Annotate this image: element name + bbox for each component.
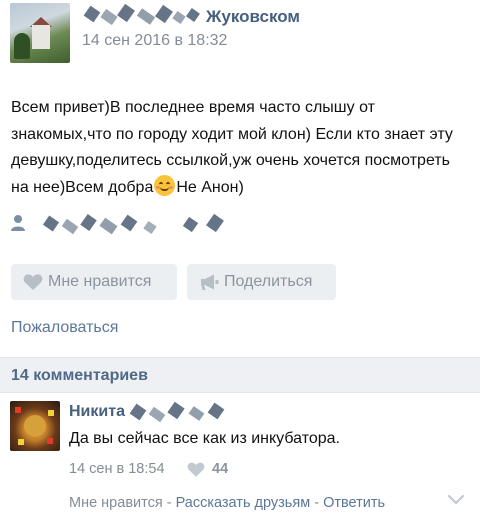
report-link[interactable]: Пожаловаться [11, 319, 118, 337]
post-text-signature: Не Анон) [176, 178, 244, 196]
comment-date[interactable]: 14 сен в 18:54 [69, 461, 165, 477]
comments-header[interactable]: 14 комментариев [0, 357, 480, 393]
like-button-label: Мне нравится [48, 273, 152, 290]
megaphone-icon [201, 274, 219, 290]
obscured-group-name [82, 3, 204, 28]
post-date[interactable]: 14 сен 2016 в 18:32 [82, 32, 227, 50]
chevron-down-icon[interactable] [447, 493, 465, 507]
reply-link[interactable]: Ответить [323, 495, 385, 511]
comment-text: Да вы сейчас все как из инкубатора. [69, 430, 340, 447]
tell-friends-link[interactable]: Рассказать друзьям [176, 495, 311, 511]
comments-count: 14 комментариев [11, 367, 148, 384]
heart-icon[interactable] [187, 461, 205, 478]
share-button-label: Поделиться [224, 273, 313, 290]
comment-author[interactable]: Никита [69, 403, 125, 421]
heart-icon [23, 274, 43, 290]
comment-like-link[interactable]: Мне нравится [69, 495, 163, 511]
comment-actions: Мне нравится - Рассказать друзьям - Отве… [69, 495, 385, 511]
comment-avatar[interactable] [10, 401, 60, 451]
person-icon [11, 215, 25, 231]
smiling-face-emoji-icon [154, 174, 176, 196]
post-author-signature[interactable] [11, 213, 231, 236]
group-name[interactable]: Жуковском [206, 7, 300, 27]
like-button[interactable]: Мне нравится [11, 264, 177, 300]
comment-likes-count: 44 [212, 461, 229, 477]
obscured-author-name [39, 213, 229, 236]
post-header: Жуковском 14 сен 2016 в 18:32 [0, 0, 480, 70]
group-avatar[interactable] [10, 3, 70, 63]
obscured-comment-author-surname [128, 401, 232, 423]
share-button[interactable]: Поделиться [187, 264, 336, 300]
separator: - [310, 495, 324, 511]
post-text: Всем привет)В последнее время часто слыш… [11, 95, 471, 201]
separator: - [162, 495, 176, 511]
